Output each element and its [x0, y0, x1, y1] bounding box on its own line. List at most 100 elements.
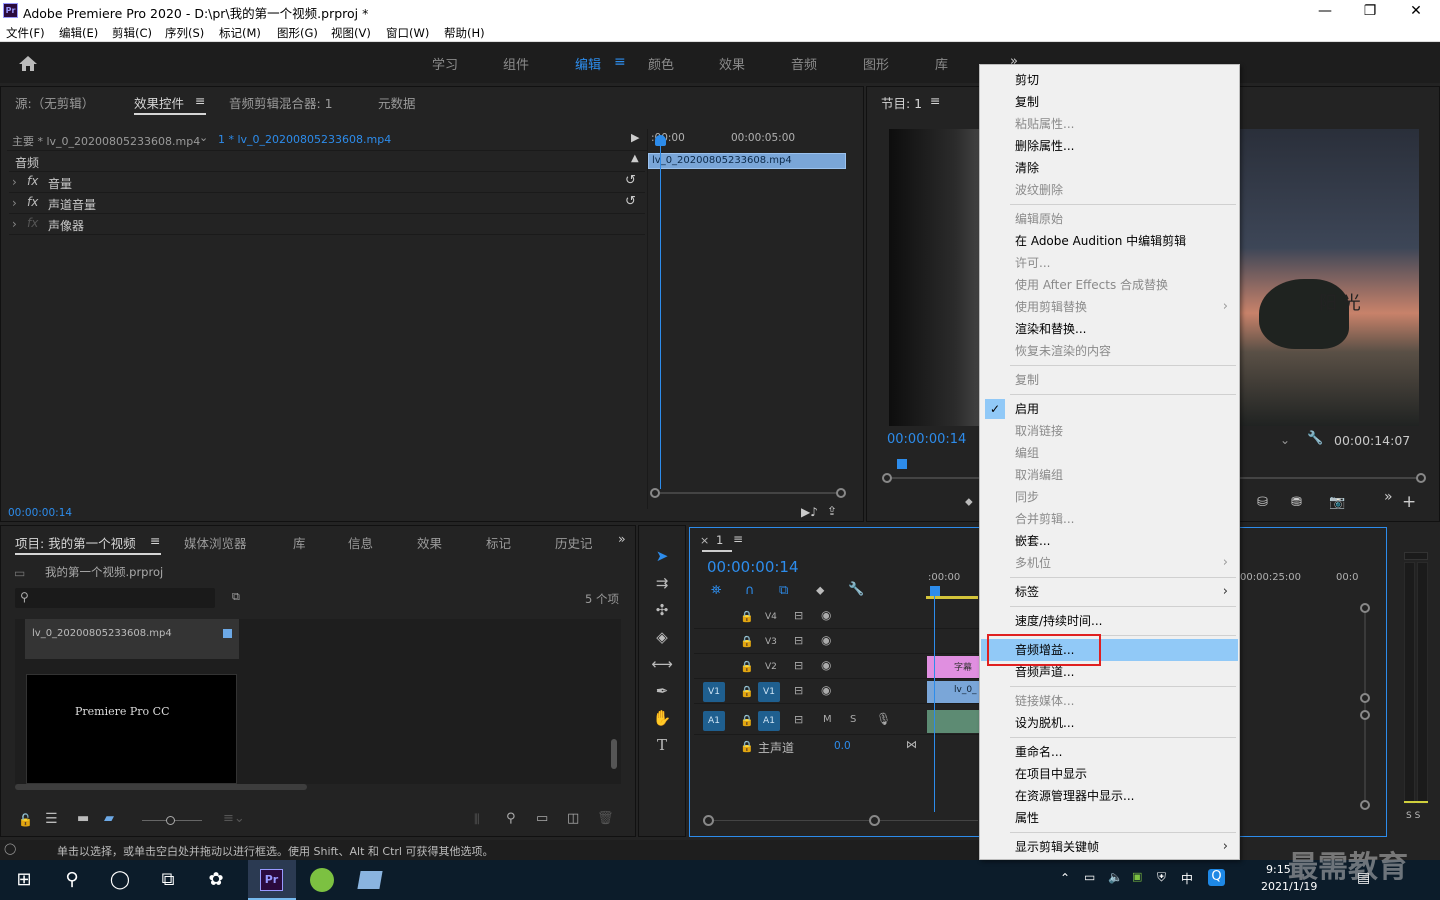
program-title[interactable]: 节目: 1: [881, 93, 922, 112]
qq-icon[interactable]: Q: [1208, 869, 1225, 886]
razor-tool-icon[interactable]: ◈: [651, 626, 673, 648]
windows-start-icon[interactable]: ⊞: [0, 860, 48, 900]
sync-lock-icon[interactable]: ⊟: [794, 713, 803, 726]
timeline-settings-icon[interactable]: 🔧: [848, 582, 864, 597]
menu-item[interactable]: 许可...: [981, 252, 1238, 274]
sync-lock-icon[interactable]: ⊟: [794, 659, 803, 672]
sequence-menu-icon[interactable]: ≡: [733, 532, 743, 546]
minimize-button[interactable]: —: [1302, 1, 1348, 21]
menu-item[interactable]: 显示剪辑关键帧 ›: [981, 836, 1238, 858]
workspace-effects[interactable]: 效果: [719, 54, 745, 73]
timeline-vscroll-handle[interactable]: [1360, 800, 1370, 810]
solo-buttons[interactable]: S S: [1406, 811, 1420, 821]
project-vscrollbar[interactable]: [611, 739, 617, 769]
menu-graphics[interactable]: 图形(G): [277, 25, 318, 41]
menu-item[interactable]: 编组: [981, 442, 1238, 464]
menu-item[interactable]: 在资源管理器中显示...: [981, 785, 1238, 807]
ec-zoom-handle-left[interactable]: [650, 488, 660, 498]
menu-item[interactable]: 标签 ›: [981, 581, 1238, 603]
linked-selection-icon[interactable]: ⧉: [779, 583, 788, 598]
new-item-icon[interactable]: ◫: [567, 811, 579, 826]
microphone-icon[interactable]: 🎙: [876, 712, 891, 726]
lock-icon[interactable]: 🔒: [740, 660, 754, 673]
menu-item[interactable]: 剪切: [981, 69, 1238, 91]
eye-icon[interactable]: ◉: [821, 658, 831, 672]
project-search-input[interactable]: ⚲: [15, 588, 215, 608]
home-icon[interactable]: [18, 55, 38, 72]
program-menu-icon[interactable]: ≡: [930, 93, 940, 108]
close-sequence-icon[interactable]: ×: [700, 534, 709, 547]
lock-icon[interactable]: 🔓: [18, 813, 33, 827]
security-icon[interactable]: ⛨: [1157, 870, 1166, 885]
sync-lock-icon[interactable]: ⊟: [794, 609, 803, 622]
project-menu-icon[interactable]: ≡: [150, 533, 160, 548]
task-view-icon[interactable]: ⧉: [144, 860, 192, 900]
sequence-tab[interactable]: 1: [716, 533, 723, 547]
sequence-clip-label[interactable]: 1 * lv_0_20200805233608.mp4: [218, 133, 391, 146]
workspace-assembly[interactable]: 组件: [503, 54, 529, 73]
menu-help[interactable]: 帮助(H): [444, 25, 485, 41]
search-icon[interactable]: ⚲: [48, 860, 96, 900]
timeline-hscroll-left[interactable]: [703, 815, 714, 826]
menu-file[interactable]: 文件(F): [6, 25, 45, 41]
add-button-icon[interactable]: +: [1402, 492, 1416, 512]
add-marker-icon[interactable]: ⬥: [965, 495, 973, 509]
app-icon[interactable]: ✿: [192, 860, 240, 900]
workspace-libraries[interactable]: 库: [935, 54, 948, 73]
freeform-view-icon[interactable]: ▰: [104, 811, 114, 826]
tab-libraries[interactable]: 库: [293, 533, 306, 552]
workspace-learning[interactable]: 学习: [432, 54, 458, 73]
track-select-tool-icon[interactable]: ⇉: [651, 572, 673, 594]
menu-item[interactable]: 启用 ✓: [981, 398, 1238, 420]
menu-item[interactable]: 复制: [981, 91, 1238, 113]
close-button[interactable]: ✕: [1393, 1, 1439, 21]
tab-media-browser[interactable]: 媒体浏览器: [184, 533, 247, 552]
menu-sequence[interactable]: 序列(S): [165, 25, 204, 41]
clock-time[interactable]: 9:15: [1266, 863, 1291, 876]
nest-icon[interactable]: ⛯: [711, 583, 721, 598]
expand-chevron-icon[interactable]: ›: [12, 175, 17, 189]
lock-icon[interactable]: 🔒: [740, 610, 754, 623]
menu-item[interactable]: 取消链接: [981, 420, 1238, 442]
lock-icon[interactable]: 🔒: [740, 635, 754, 648]
trash-icon[interactable]: 🗑: [597, 811, 614, 826]
tab-metadata[interactable]: 元数据: [378, 93, 416, 112]
eye-icon[interactable]: ◉: [821, 608, 831, 622]
track-v1-toggle[interactable]: V1: [758, 682, 780, 702]
menu-item[interactable]: 链接媒体...: [981, 690, 1238, 712]
effect-controls-menu-icon[interactable]: ≡: [195, 93, 205, 108]
lock-icon[interactable]: 🔒: [740, 714, 754, 727]
timeline-vscroll-handle[interactable]: [1360, 710, 1370, 720]
ec-zoom-handle-right[interactable]: [836, 488, 846, 498]
export-frame-icon[interactable]: ⇪: [827, 504, 837, 518]
workspace-graphics[interactable]: 图形: [863, 54, 889, 73]
scroll-up-icon[interactable]: ▲: [631, 153, 639, 164]
menu-item[interactable]: 清除: [981, 157, 1238, 179]
menu-item[interactable]: 波纹删除: [981, 179, 1238, 201]
eye-icon[interactable]: ◉: [821, 633, 831, 647]
program-playhead[interactable]: [897, 459, 907, 469]
tab-effect-controls[interactable]: 效果控件: [134, 93, 184, 112]
menu-item[interactable]: 嵌套...: [981, 530, 1238, 552]
nvidia-icon[interactable]: ▣: [1132, 870, 1142, 883]
effect-row-panner[interactable]: › fx 声像器: [9, 214, 645, 235]
premiere-taskbar-button[interactable]: Pr: [248, 860, 296, 900]
project-hscrollbar[interactable]: [15, 784, 307, 790]
timeline-vscroll-handle[interactable]: [1360, 693, 1370, 703]
menu-item[interactable]: 删除属性...: [981, 135, 1238, 157]
ripple-edit-tool-icon[interactable]: ✣: [651, 599, 673, 621]
eye-icon[interactable]: ◉: [821, 683, 831, 697]
timeline-vscroll[interactable]: [1364, 604, 1366, 804]
ec-zoom-track[interactable]: [653, 492, 843, 494]
find-icon[interactable]: ⚲: [506, 811, 516, 826]
notepad-app-icon[interactable]: [346, 860, 394, 900]
sync-lock-icon[interactable]: ⊟: [794, 684, 803, 697]
tab-effects[interactable]: 效果: [417, 533, 442, 552]
expand-chevron-icon[interactable]: ›: [12, 196, 17, 210]
workspace-color[interactable]: 颜色: [648, 54, 674, 73]
source-patch-v1[interactable]: V1: [703, 682, 725, 702]
program-zoom-right[interactable]: [1416, 473, 1426, 483]
menu-item[interactable]: 多机位 ›: [981, 552, 1238, 574]
menu-item[interactable]: 音频声道...: [981, 661, 1238, 683]
new-bin-search-icon[interactable]: ⧉: [232, 590, 240, 604]
